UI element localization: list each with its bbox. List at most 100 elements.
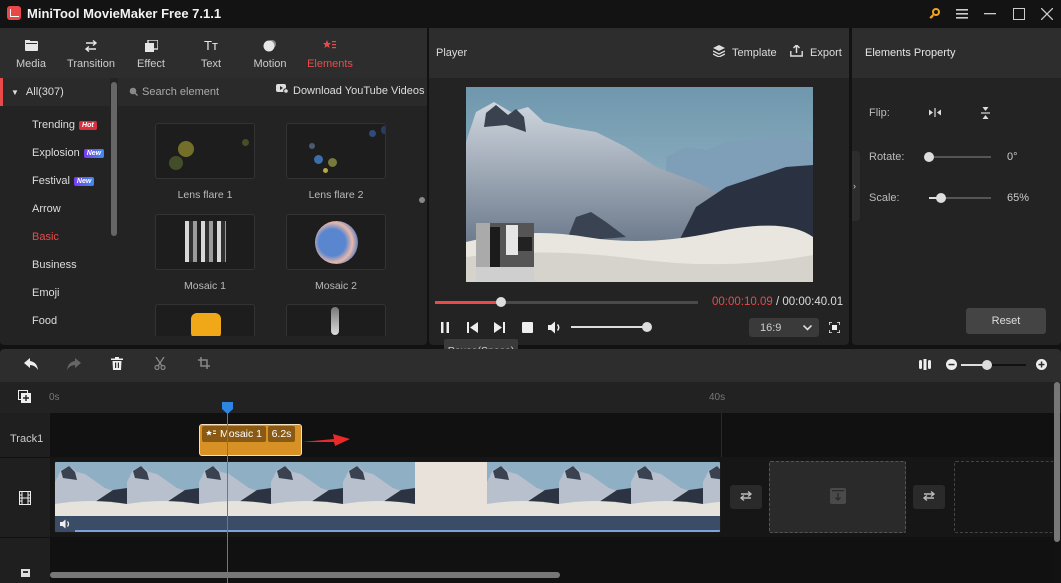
category-scrollbar[interactable] — [111, 82, 117, 236]
hot-badge: Hot — [79, 120, 97, 130]
minus-circle-icon — [946, 359, 957, 373]
filmstrip-frame — [631, 462, 703, 516]
hamburger-menu-icon[interactable] — [950, 3, 974, 25]
tab-elements[interactable]: Elements — [300, 28, 360, 78]
add-track-button[interactable] — [18, 390, 31, 406]
layers-stack-icon — [712, 45, 726, 60]
property-title: Elements Property — [865, 47, 956, 59]
reset-button[interactable]: Reset — [966, 308, 1046, 334]
tab-text[interactable]: Tт Text — [181, 28, 241, 78]
timeline-zoom-knob[interactable] — [982, 360, 992, 370]
key-icon[interactable] — [922, 3, 946, 25]
category-arrow[interactable]: Arrow — [32, 201, 61, 217]
chevron-down-icon — [802, 322, 813, 334]
player-title: Player — [436, 47, 468, 59]
pause-button[interactable] — [440, 322, 450, 336]
category-business[interactable]: Business — [32, 257, 77, 273]
timeline-horizontal-scrollbar[interactable] — [50, 572, 560, 578]
transition-slot-2[interactable] — [913, 485, 945, 509]
collapse-panel-handle[interactable]: › — [852, 151, 860, 221]
export-button[interactable]: Export — [790, 43, 842, 60]
category-all[interactable]: ▼ All(307) — [0, 78, 110, 106]
redo-button[interactable] — [67, 358, 81, 373]
element-lens-flare-2[interactable]: Lens flare 2 — [286, 123, 386, 201]
template-button[interactable]: Template — [712, 45, 777, 60]
stop-icon — [522, 322, 533, 336]
timeline-ruler[interactable]: 0s 40s — [0, 382, 1061, 413]
download-youtube-button[interactable]: Download YouTube Videos — [276, 84, 425, 97]
tab-media[interactable]: Media — [1, 28, 61, 78]
flip-horizontal-button[interactable] — [929, 108, 941, 120]
element-item-5[interactable] — [155, 304, 255, 336]
volume-button[interactable] — [548, 321, 563, 337]
fullscreen-button[interactable] — [828, 321, 841, 336]
clip-audio-waveform — [75, 530, 720, 532]
filmstrip-frame — [703, 462, 720, 516]
category-emoji[interactable]: Emoji — [32, 285, 60, 301]
rotate-value: 0° — [1007, 151, 1018, 163]
next-frame-button[interactable] — [494, 322, 505, 336]
tab-effect[interactable]: Effect — [121, 28, 181, 78]
rotate-knob[interactable] — [924, 152, 934, 162]
flip-vertical-icon — [981, 107, 990, 122]
clip-duration: 6.2s — [268, 426, 295, 442]
rotate-slider[interactable] — [924, 152, 991, 162]
element-lens-flare-1[interactable]: Lens flare 1 — [155, 123, 255, 201]
maximize-icon[interactable] — [1007, 3, 1031, 25]
thumbnail — [286, 214, 386, 270]
elements-property-panel: Elements Property › Flip: Rotate: 0° Sca… — [852, 28, 1061, 345]
tab-transition[interactable]: Transition — [61, 28, 121, 78]
undo-button[interactable] — [24, 358, 38, 373]
video-clip[interactable] — [54, 461, 721, 533]
minimize-icon[interactable] — [978, 3, 1002, 25]
zoom-in-button[interactable] — [1036, 359, 1047, 373]
clip-audio-icon[interactable] — [60, 519, 72, 532]
empty-clip-slot-2[interactable] — [954, 461, 1054, 533]
previous-frame-button[interactable] — [467, 322, 478, 336]
playback-progress-bar[interactable] — [435, 297, 698, 307]
search-input[interactable]: Search element — [142, 86, 262, 98]
red-annotation-arrow — [302, 434, 352, 451]
category-trending[interactable]: Trending Hot — [32, 117, 97, 133]
crop-button[interactable] — [198, 357, 210, 372]
aspect-ratio-dropdown[interactable]: 16:9 — [749, 318, 819, 337]
zoom-out-button[interactable] — [946, 359, 957, 373]
element-mosaic-2[interactable]: Mosaic 2 — [286, 214, 386, 292]
split-button[interactable] — [154, 356, 166, 373]
scale-knob[interactable] — [936, 193, 947, 203]
fit-timeline-button[interactable] — [919, 359, 931, 373]
element-item-6[interactable] — [286, 304, 386, 336]
video-preview[interactable] — [466, 87, 813, 282]
delete-button[interactable] — [111, 357, 123, 373]
scale-label: Scale: — [869, 192, 900, 204]
category-food[interactable]: Food — [32, 313, 57, 329]
element-mosaic-1[interactable]: Mosaic 1 — [155, 214, 255, 292]
transition-slot-1[interactable] — [730, 485, 762, 509]
empty-clip-slot[interactable] — [769, 461, 906, 533]
flip-vertical-button[interactable] — [981, 107, 990, 122]
playhead-handle[interactable] — [222, 402, 233, 417]
volume-fill — [571, 326, 647, 328]
plus-circle-icon — [1036, 359, 1047, 373]
category-basic[interactable]: Basic — [32, 229, 59, 245]
volume-knob[interactable] — [642, 322, 652, 332]
category-list: ▼ All(307) Trending Hot Explosion New Fe… — [0, 78, 118, 345]
import-drop-icon — [829, 487, 846, 507]
scale-slider[interactable] — [929, 193, 991, 203]
volume-slider[interactable] — [571, 322, 652, 332]
panel-resize-handle[interactable] — [419, 197, 425, 203]
current-time: 00:00:10.09 — [712, 296, 773, 308]
close-icon[interactable] — [1035, 3, 1059, 25]
motion-ball-icon — [263, 37, 277, 55]
tab-motion[interactable]: Motion — [240, 28, 300, 78]
category-festival[interactable]: Festival New — [32, 173, 95, 189]
undo-icon — [24, 358, 38, 373]
pause-icon — [440, 322, 450, 336]
stop-button[interactable] — [522, 322, 533, 336]
playback-progress-knob[interactable] — [495, 297, 506, 307]
category-explosion[interactable]: Explosion New — [32, 145, 105, 161]
element-clip-mosaic-1[interactable]: Mosaic 1 6.2s — [199, 424, 302, 456]
timeline-vertical-scrollbar[interactable] — [1054, 382, 1060, 542]
thumbnail — [155, 214, 255, 270]
timeline-zoom-slider[interactable] — [961, 360, 1026, 370]
